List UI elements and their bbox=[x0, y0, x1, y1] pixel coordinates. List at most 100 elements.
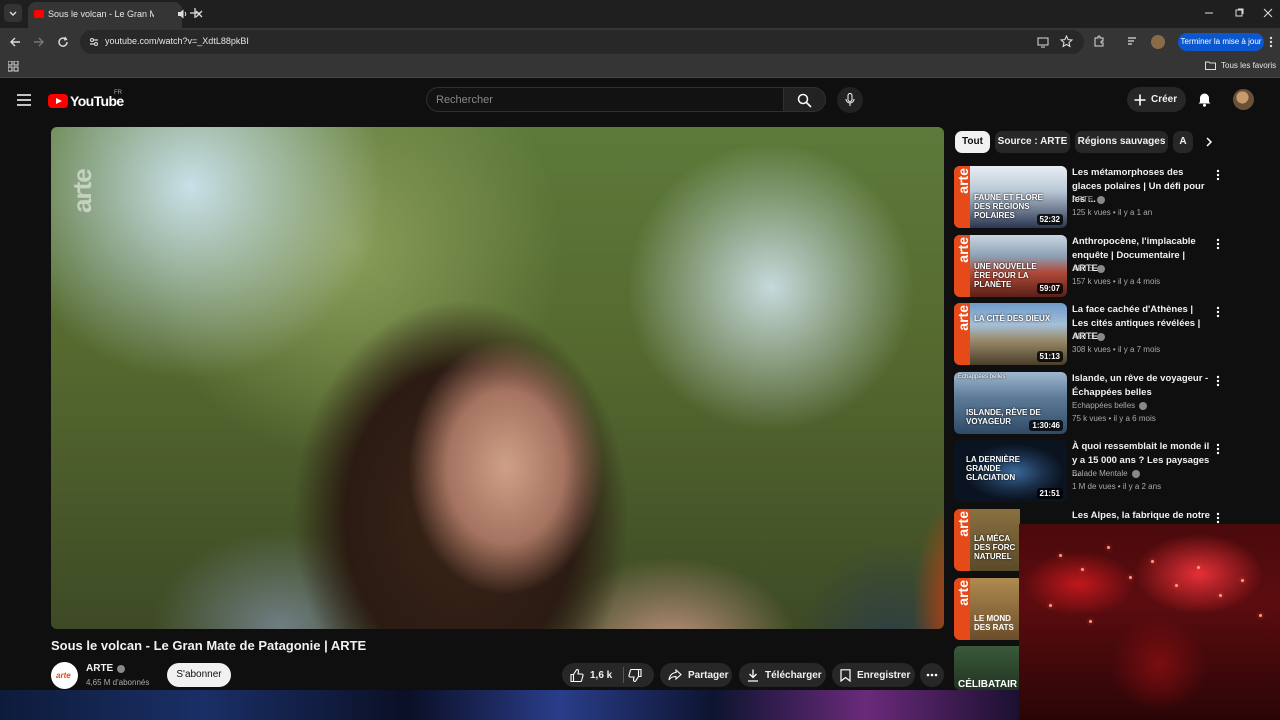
more-vertical-icon[interactable] bbox=[1216, 169, 1220, 181]
apps-grid-icon[interactable] bbox=[8, 61, 19, 72]
video-thumbnail[interactable]: arte LA MÉCA DES FORC NATUREL bbox=[954, 509, 1020, 571]
recommendation-item[interactable]: LA DERNIÈRE GRANDE GLACIATION 21:51 À qu… bbox=[954, 440, 1224, 502]
channel-name: ARTE bbox=[1072, 264, 1094, 273]
arte-band-text: arte bbox=[955, 168, 971, 194]
minimize-icon[interactable] bbox=[1204, 8, 1214, 18]
recommendation-meta: 157 k vues • il y a 4 mois bbox=[1072, 277, 1161, 286]
video-thumbnail[interactable]: arte LE MOND DES RATS bbox=[954, 578, 1020, 640]
recommendation-item[interactable]: arte FAUNE ET FLORE DES RÉGIONS POLAIRES… bbox=[954, 166, 1224, 228]
recommendation-title[interactable]: Islande, un rêve de voyageur - Échappées… bbox=[1072, 372, 1212, 399]
video-thumbnail[interactable]: arte UNE NOUVELLE ÈRE POUR LA PLANÈTE 59… bbox=[954, 235, 1067, 297]
site-info-icon[interactable] bbox=[88, 36, 100, 48]
browser-menu-icon[interactable] bbox=[1268, 35, 1274, 49]
video-duration: 1:30:46 bbox=[1029, 420, 1063, 431]
video-duration: 21:51 bbox=[1036, 488, 1063, 499]
create-button[interactable]: Créer bbox=[1127, 87, 1186, 112]
new-tab-icon[interactable] bbox=[189, 7, 201, 19]
channel-name: Echappées belles bbox=[1072, 401, 1136, 410]
channel-name-link[interactable]: ARTE bbox=[86, 663, 126, 674]
save-button[interactable]: Enregistrer bbox=[832, 663, 915, 687]
video-player[interactable]: arte bbox=[51, 127, 944, 629]
recommendation-item[interactable]: arte UNE NOUVELLE ÈRE POUR LA PLANÈTE 59… bbox=[954, 235, 1224, 297]
search-input[interactable]: Rechercher bbox=[426, 87, 784, 112]
more-vertical-icon[interactable] bbox=[1216, 512, 1220, 524]
youtube-play-logo-icon bbox=[48, 94, 68, 108]
voice-search-button[interactable] bbox=[837, 87, 863, 113]
video-thumbnail[interactable]: LA DERNIÈRE GRANDE GLACIATION 21:51 bbox=[954, 440, 1067, 502]
recommendation-channel[interactable]: Echappées belles bbox=[1072, 401, 1148, 410]
country-code: FR bbox=[114, 90, 122, 96]
reload-icon[interactable] bbox=[57, 36, 69, 48]
search-button[interactable] bbox=[784, 87, 826, 112]
fairy-light bbox=[1089, 620, 1092, 623]
more-actions-button[interactable] bbox=[920, 663, 944, 687]
chip-source-arte[interactable]: Source : ARTE bbox=[995, 131, 1070, 153]
url-text: youtube.com/watch?v=_XdtL88pkBI bbox=[105, 36, 249, 46]
recommendation-title[interactable]: Les Alpes, la fabrique de notre bbox=[1072, 509, 1212, 523]
create-label: Créer bbox=[1151, 94, 1178, 105]
window-close-icon[interactable] bbox=[1263, 8, 1273, 18]
more-vertical-icon[interactable] bbox=[1216, 306, 1220, 318]
recommendation-channel[interactable]: ARTE bbox=[1072, 195, 1106, 204]
download-button[interactable]: Télécharger bbox=[739, 663, 826, 687]
recommendation-channel[interactable]: Balade Mentale bbox=[1072, 469, 1140, 478]
address-bar[interactable]: youtube.com/watch?v=_XdtL88pkBI bbox=[80, 30, 1084, 54]
chip-tout[interactable]: Tout bbox=[955, 131, 990, 153]
recommendation-channel[interactable]: ARTE bbox=[1072, 332, 1106, 341]
chip-regions-sauvages[interactable]: Régions sauvages bbox=[1075, 131, 1168, 153]
install-app-icon[interactable] bbox=[1037, 36, 1049, 48]
thumbs-down-icon[interactable] bbox=[628, 669, 642, 682]
video-title: Sous le volcan - Le Gran Mate de Patagon… bbox=[51, 638, 367, 653]
chips-next-button[interactable] bbox=[1198, 131, 1220, 153]
more-horizontal-icon bbox=[926, 673, 938, 677]
recommendation-meta: 308 k vues • il y a 7 mois bbox=[1072, 345, 1161, 354]
video-thumbnail[interactable]: CÉLIBATAIR bbox=[954, 646, 1020, 690]
thumbs-up-icon bbox=[570, 668, 584, 682]
maximize-icon[interactable] bbox=[1234, 8, 1244, 18]
arte-band: arte bbox=[954, 235, 971, 297]
update-browser-button[interactable]: Terminer la mise à jour bbox=[1178, 33, 1264, 51]
subscribe-button[interactable]: S'abonner bbox=[167, 663, 231, 687]
youtube-logo[interactable]: YouTube FR bbox=[48, 90, 124, 109]
more-vertical-icon[interactable] bbox=[1216, 238, 1220, 250]
extensions-puzzle-icon[interactable] bbox=[1093, 35, 1105, 47]
all-bookmarks-button[interactable]: Tous les favoris bbox=[1205, 61, 1276, 70]
video-thumbnail[interactable]: arte LA CITÉ DES DIEUX 51:13 bbox=[954, 303, 1067, 365]
back-arrow-icon[interactable] bbox=[9, 36, 21, 48]
like-button[interactable]: 1,6 k bbox=[562, 663, 654, 687]
verified-check-icon bbox=[117, 664, 126, 673]
forward-arrow-icon[interactable] bbox=[33, 36, 45, 48]
menu-hamburger-icon[interactable] bbox=[17, 94, 31, 106]
account-avatar[interactable] bbox=[1233, 89, 1254, 110]
arte-band-text: arte bbox=[955, 305, 971, 331]
arte-band-text: arte bbox=[955, 580, 971, 606]
browser-tab-active[interactable]: Sous le volcan - Le Gran Mate de Patagon… bbox=[28, 2, 203, 28]
more-vertical-icon[interactable] bbox=[1216, 375, 1220, 387]
notifications-bell-icon[interactable] bbox=[1197, 91, 1212, 107]
fairy-light bbox=[1059, 554, 1062, 557]
download-icon bbox=[748, 669, 758, 682]
tab-search-button[interactable] bbox=[4, 4, 22, 22]
recommendation-channel[interactable]: ARTE bbox=[1072, 264, 1106, 273]
subscriber-count: 4,65 M d'abonnés bbox=[86, 678, 150, 687]
browser-profile-avatar[interactable] bbox=[1151, 35, 1165, 49]
speaker-icon[interactable] bbox=[177, 8, 189, 20]
recommendation-item[interactable]: Echappées belles ISLANDE, RÊVE DE VOYAGE… bbox=[954, 372, 1224, 434]
arte-band: arte bbox=[954, 578, 971, 640]
video-thumbnail[interactable]: arte FAUNE ET FLORE DES RÉGIONS POLAIRES… bbox=[954, 166, 1067, 228]
verified-check-icon bbox=[1097, 332, 1106, 341]
all-bookmarks-label: Tous les favoris bbox=[1221, 61, 1277, 70]
reading-list-icon[interactable] bbox=[1127, 35, 1139, 47]
bookmark-star-icon[interactable] bbox=[1060, 35, 1073, 48]
share-button[interactable]: Partager bbox=[660, 663, 732, 687]
video-thumbnail[interactable]: Echappées belles ISLANDE, RÊVE DE VOYAGE… bbox=[954, 372, 1067, 434]
plus-icon bbox=[1134, 94, 1146, 105]
share-arrow-icon bbox=[668, 669, 682, 681]
chip-truncated[interactable]: A bbox=[1173, 131, 1193, 153]
more-vertical-icon[interactable] bbox=[1216, 443, 1220, 455]
thumbnail-text: LE MOND DES RATS bbox=[974, 614, 1014, 632]
recommendation-item[interactable]: arte LA CITÉ DES DIEUX 51:13 La face cac… bbox=[954, 303, 1224, 365]
video-duration: 52:32 bbox=[1036, 214, 1063, 225]
channel-avatar[interactable]: arte bbox=[51, 662, 78, 689]
fairy-light bbox=[1129, 576, 1132, 579]
